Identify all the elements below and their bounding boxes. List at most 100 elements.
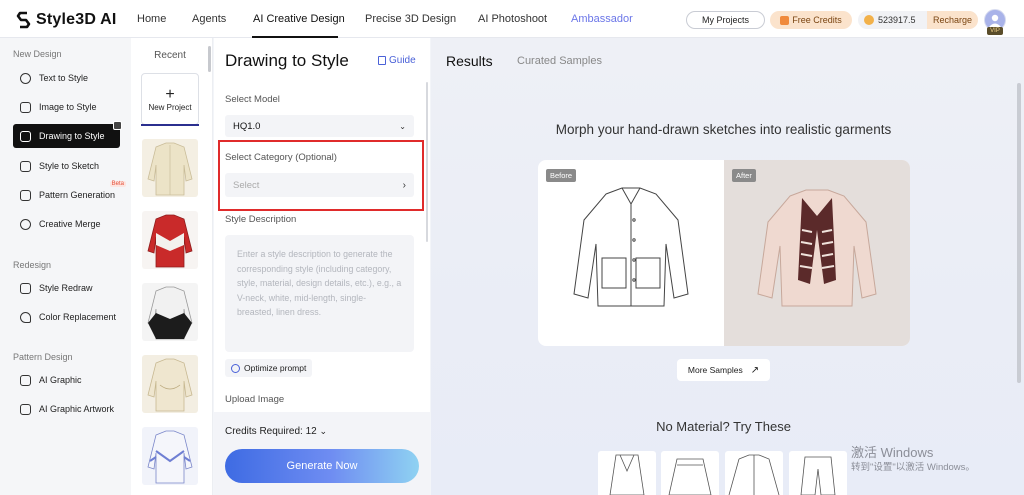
nav-home[interactable]: Home xyxy=(137,13,166,25)
new-project-underline xyxy=(141,124,199,126)
sidebar-item-text-to-style[interactable]: Text to Style xyxy=(13,66,120,90)
sidebar-item-image-to-style[interactable]: Image to Style xyxy=(13,95,120,119)
sidebar-item-ai-graphic-artwork[interactable]: AI Graphic Artwork xyxy=(13,397,120,421)
beta-badge: Beta xyxy=(109,181,126,187)
sidebar-item-pattern-generation[interactable]: Pattern Generation Beta xyxy=(13,181,126,207)
recharge-button[interactable]: Recharge xyxy=(926,11,978,29)
before-tag: Before xyxy=(546,169,577,182)
coin-icon xyxy=(864,15,874,25)
recent-scrollbar[interactable] xyxy=(208,46,211,72)
credits-required[interactable]: Credits Required: 12 ⌄ xyxy=(225,426,327,437)
sidebar-item-ai-graphic[interactable]: AI Graphic xyxy=(13,368,120,392)
optimize-prompt-label: Optimize prompt xyxy=(244,363,307,373)
free-credits-button[interactable]: Free Credits xyxy=(770,11,852,29)
nav-ambassador[interactable]: Ambassador xyxy=(571,13,633,25)
dress-sketch-image xyxy=(609,454,645,495)
merge-icon xyxy=(20,218,31,230)
open-external-icon xyxy=(113,121,122,130)
sidebar: New Design Text to Style Image to Style … xyxy=(0,38,131,495)
new-project-button[interactable]: + New Project xyxy=(141,73,199,125)
sidebar-item-label: Text to Style xyxy=(39,73,89,83)
book-icon xyxy=(378,56,386,65)
recent-project-thumbnail[interactable] xyxy=(142,211,198,269)
headline: Morph your hand-drawn sketches into real… xyxy=(555,122,892,137)
after-panel: After xyxy=(724,160,910,346)
category-label: Select Category (Optional) xyxy=(225,152,337,163)
before-panel: Before xyxy=(538,160,724,346)
shirt-sketch-image xyxy=(573,187,689,307)
sidebar-item-style-to-sketch[interactable]: Style to Sketch xyxy=(13,154,120,178)
sketch-icon xyxy=(20,160,31,172)
chevron-right-icon: › xyxy=(402,179,406,191)
cream-jacket-image xyxy=(147,142,193,196)
graphic-icon xyxy=(20,374,31,386)
recent-project-thumbnail[interactable] xyxy=(142,427,198,485)
black-white-jacket-image xyxy=(147,286,193,340)
generate-now-button[interactable]: Generate Now xyxy=(225,449,419,483)
nav-precise-3d-design[interactable]: Precise 3D Design xyxy=(365,13,456,25)
app-logo[interactable]: Style3D AI xyxy=(16,9,117,31)
redraw-icon xyxy=(20,282,31,294)
tab-curated-samples[interactable]: Curated Samples xyxy=(517,55,602,67)
sample-sketch-card[interactable] xyxy=(789,451,847,495)
garment-photo-image xyxy=(757,189,877,307)
top-bar: Style3D AI Home Agents AI Creative Desig… xyxy=(0,0,1024,38)
new-project-label: New Project xyxy=(148,102,192,112)
sidebar-item-color-replacement[interactable]: Color Replacement xyxy=(13,305,120,329)
recent-project-thumbnail[interactable] xyxy=(142,139,198,197)
sidebar-section-redesign: Redesign xyxy=(13,260,52,270)
more-samples-button[interactable]: More Samples ↗ xyxy=(677,359,770,381)
upload-image-label: Upload Image xyxy=(225,394,285,405)
nav-ai-photoshoot[interactable]: AI Photoshoot xyxy=(478,13,547,25)
sidebar-item-drawing-to-style[interactable]: Drawing to Style xyxy=(13,121,122,148)
pattern-icon xyxy=(20,189,31,201)
main-scrollbar[interactable] xyxy=(1017,83,1021,383)
style3d-logo-icon xyxy=(16,11,31,29)
recent-project-thumbnail[interactable] xyxy=(142,355,198,413)
sidebar-item-label: Image to Style xyxy=(39,102,97,112)
more-samples-label: More Samples xyxy=(687,365,743,375)
sidebar-item-label: Drawing to Style xyxy=(39,131,105,141)
free-credits-label: Free Credits xyxy=(792,15,842,25)
model-select[interactable]: HQ1.0 ⌄ xyxy=(225,115,414,137)
panel-scrollbar[interactable] xyxy=(426,82,428,242)
results-area: Results Curated Samples Morph your hand-… xyxy=(431,38,1024,495)
style-description-textarea[interactable]: Enter a style description to generate th… xyxy=(225,235,414,352)
sparkle-icon xyxy=(231,363,240,373)
sample-sketch-card[interactable] xyxy=(661,451,719,495)
my-projects-button[interactable]: My Projects xyxy=(686,11,765,29)
coat-sketch-image xyxy=(728,454,780,495)
chevron-down-icon: ⌄ xyxy=(399,121,406,131)
form-panel: Drawing to Style Guide Select Model HQ1.… xyxy=(214,38,430,495)
paint-bucket-icon xyxy=(20,311,31,323)
before-after-comparison: Before After xyxy=(538,160,910,346)
vip-badge: VIP xyxy=(987,27,1003,35)
category-select[interactable]: Select › xyxy=(225,173,414,197)
credits-required-label: Credits Required: 12 xyxy=(225,426,317,437)
optimize-prompt-button[interactable]: Optimize prompt xyxy=(225,359,313,377)
gift-icon xyxy=(780,15,790,25)
nav-agents[interactable]: Agents xyxy=(192,13,226,25)
activate-windows-hint: 转到"设置"以激活 Windows。 xyxy=(851,462,975,473)
tab-results[interactable]: Results xyxy=(446,53,493,69)
beige-jacket-image xyxy=(147,358,193,412)
sidebar-item-label: Style to Sketch xyxy=(39,161,100,171)
nav-ai-creative-design[interactable]: AI Creative Design xyxy=(253,13,345,25)
page-title: Drawing to Style xyxy=(225,51,349,70)
recent-projects-column: Recent + New Project xyxy=(131,38,213,495)
after-tag: After xyxy=(732,169,756,182)
description-label: Style Description xyxy=(225,214,297,225)
app-logo-text: Style3D AI xyxy=(36,11,117,28)
model-label: Select Model xyxy=(225,94,280,105)
sidebar-item-style-redraw[interactable]: Style Redraw xyxy=(13,276,120,300)
guide-label: Guide xyxy=(389,55,416,66)
sample-sketch-card[interactable] xyxy=(725,451,783,495)
skirt-sketch-image xyxy=(668,458,712,495)
recent-project-thumbnail[interactable] xyxy=(142,283,198,341)
pants-sketch-image xyxy=(800,456,836,495)
sidebar-item-label: Style Redraw xyxy=(39,283,93,293)
sample-sketch-card[interactable] xyxy=(598,451,656,495)
sidebar-item-label: AI Graphic xyxy=(39,375,82,385)
sidebar-item-creative-merge[interactable]: Creative Merge xyxy=(13,212,120,236)
guide-link[interactable]: Guide xyxy=(378,55,416,66)
